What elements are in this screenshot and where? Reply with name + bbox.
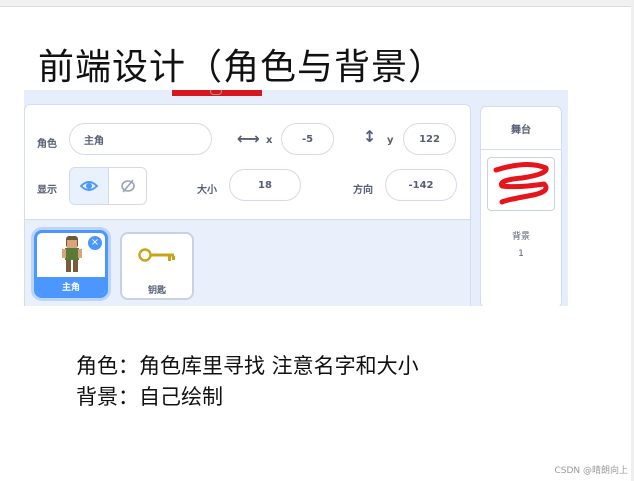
bullet-sprite-note: 角色：角色库里寻找 注意名字和大小 <box>76 354 419 378</box>
cropped-red-drawing <box>172 90 262 96</box>
backdrops-count: 1 <box>518 249 524 259</box>
stage-header: 舞台 <box>481 107 561 150</box>
show-hidden-button[interactable] <box>108 168 146 204</box>
backdrops-label: 背景 <box>511 232 530 242</box>
sprite-tile-label: 钥匙 <box>147 285 166 296</box>
show-visible-button[interactable] <box>70 168 108 204</box>
source-credit: CSDN @晴朗向上 <box>554 466 628 476</box>
y-field[interactable]: 122 <box>403 123 456 155</box>
y-arrows-icon: ↕ <box>363 127 377 146</box>
slide-top-border <box>0 0 634 7</box>
delete-sprite-icon[interactable]: × <box>87 235 103 251</box>
stage-backdrop-thumbnail[interactable] <box>487 157 555 211</box>
eye-icon <box>80 181 98 191</box>
visibility-toggle <box>69 167 147 205</box>
key-sprite-image <box>138 248 175 262</box>
size-field[interactable]: 18 <box>229 169 301 201</box>
sprite-label: 角色 <box>37 139 57 150</box>
sprite-tile-label: 主角 <box>37 277 105 295</box>
x-arrows-icon: ⟷ <box>237 129 260 148</box>
bullet-backdrop-note: 背景：自己绘制 <box>76 385 223 409</box>
scratch-screenshot: 角色 主角 ⟷ x -5 ↕ y 122 显示 大小 18 方向 -142 × … <box>24 90 568 306</box>
direction-field[interactable]: -142 <box>385 169 457 201</box>
sprite-tile-key[interactable]: 钥匙 <box>120 232 194 300</box>
direction-label: 方向 <box>353 185 373 196</box>
sprite-name-field[interactable]: 主角 <box>69 123 212 155</box>
sprite-list: × 主角 钥匙 <box>25 220 470 306</box>
show-label: 显示 <box>37 185 57 196</box>
stage-panel[interactable]: 舞台 背景 1 <box>480 106 562 306</box>
protagonist-sprite-image <box>62 236 82 272</box>
eye-slash-icon <box>120 179 135 193</box>
sprite-info-panel: 角色 主角 ⟷ x -5 ↕ y 122 显示 大小 18 方向 -142 × … <box>24 104 471 306</box>
slide-title: 前端设计（角色与背景） <box>38 47 446 88</box>
red-scribble-backdrop <box>493 162 549 205</box>
x-field[interactable]: -5 <box>281 123 334 155</box>
sprite-properties: 角色 主角 ⟷ x -5 ↕ y 122 显示 大小 18 方向 -142 <box>25 105 470 220</box>
x-label: x <box>266 135 273 146</box>
size-label: 大小 <box>197 185 217 196</box>
sprite-tile-protagonist[interactable]: × 主角 <box>34 230 108 298</box>
y-label: y <box>387 135 394 146</box>
